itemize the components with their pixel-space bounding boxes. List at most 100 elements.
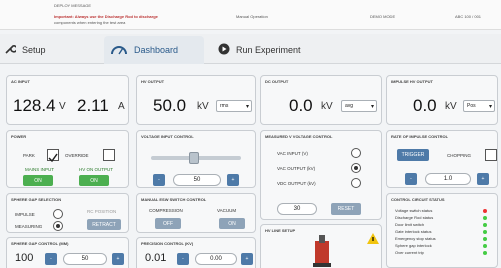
power-panel: Power PARK OVERRIDE MAINS INPUT ON HV ON… bbox=[6, 130, 129, 188]
override-checkbox[interactable] bbox=[103, 149, 115, 161]
status-row: Voltage switch status bbox=[395, 208, 491, 214]
precision-increase-button[interactable]: + bbox=[241, 253, 253, 265]
trigger-button[interactable]: TRIGGER bbox=[397, 149, 429, 161]
chopping-checkbox[interactable] bbox=[485, 149, 497, 161]
voltage-input-panel: Voltage Input Control - 50 + bbox=[136, 130, 256, 188]
measured-value-field[interactable]: 30 bbox=[277, 203, 317, 215]
tab-dashboard[interactable]: Dashboard bbox=[104, 36, 204, 64]
park-label: PARK bbox=[23, 153, 35, 158]
ac-voltage-unit: V bbox=[59, 101, 66, 112]
tab-run-experiment[interactable]: Run Experiment bbox=[218, 36, 338, 64]
precision-value: 0.01 bbox=[145, 252, 167, 264]
measured-value: 30 bbox=[293, 206, 301, 212]
retract-button[interactable]: RETRACT bbox=[87, 219, 121, 230]
sphere-gap-control-label: Sphere Gap Control (mm) bbox=[11, 241, 69, 246]
precision-panel: Precision Control (kV) 0.01 - 0.00 + bbox=[136, 237, 256, 268]
banner-id: ABC 100 / 001 bbox=[455, 14, 482, 19]
impulse-output-value: 0.0 bbox=[413, 96, 437, 115]
sphere-gap-panel: Sphere Gap Selection IMPULSE MEASURING R… bbox=[6, 193, 129, 233]
hv-output-unit: kV bbox=[197, 101, 209, 112]
park-checkbox[interactable] bbox=[47, 149, 59, 163]
voltage-input-field[interactable]: 50 bbox=[173, 174, 221, 186]
manual-esw-label: Manual ESW Switch Control bbox=[141, 197, 207, 202]
rate-label: Rate of Impulse Control bbox=[391, 134, 449, 139]
precision-decrease-button[interactable]: - bbox=[177, 253, 189, 265]
precision-set: 0.00 bbox=[210, 256, 222, 262]
rate-decrease-button[interactable]: - bbox=[405, 173, 417, 185]
status-indicator-icon bbox=[483, 230, 487, 234]
voltage-input-value: 50 bbox=[193, 177, 201, 183]
status-label: Emergency stop status bbox=[395, 236, 436, 241]
compression-label: COMPRESSION bbox=[149, 208, 183, 213]
voltage-decrease-button[interactable]: - bbox=[153, 174, 165, 186]
banner-title: DEPLOY MESSAGE bbox=[54, 3, 92, 8]
transformer-icon bbox=[313, 235, 331, 267]
impulse-mode-select[interactable]: Pos ▾ bbox=[463, 100, 495, 112]
sphere-gap-label: Sphere Gap Selection bbox=[11, 197, 62, 202]
rc-position-label: RC POSITION bbox=[87, 209, 117, 214]
measuring-radio[interactable] bbox=[53, 221, 63, 231]
status-row: Gate interlock status bbox=[395, 229, 491, 235]
impulse-output-panel: Impulse HV Output 0.0 kV Pos ▾ bbox=[386, 75, 498, 125]
hv-output-mode-select[interactable]: rms ▾ bbox=[216, 100, 252, 112]
dc-output-panel: DC Output 0.0 kV avg ▾ bbox=[260, 75, 382, 125]
rate-value: 1.0 bbox=[443, 176, 453, 182]
status-indicator-icon bbox=[483, 244, 487, 248]
mains-input-label: MAINS INPUT bbox=[25, 167, 55, 172]
status-row: Sphere gap interlock bbox=[395, 243, 491, 249]
esw-on-button[interactable]: ON bbox=[219, 218, 245, 229]
precision-set-field[interactable]: 0.00 bbox=[195, 253, 237, 265]
sphere-gap-set-field[interactable]: 50 bbox=[63, 253, 107, 265]
hv-on-output-toggle[interactable]: ON bbox=[79, 175, 109, 186]
esw-off-button[interactable]: OFF bbox=[155, 218, 181, 229]
sphere-gap-increase-button[interactable]: + bbox=[112, 253, 124, 265]
chevron-down-icon: ▾ bbox=[488, 104, 492, 110]
hv-on-output-label: HV ON OUTPUT bbox=[79, 167, 114, 172]
tab-setup[interactable]: Setup bbox=[4, 36, 94, 64]
voltage-input-label: Voltage Input Control bbox=[141, 134, 194, 139]
gauge-icon bbox=[110, 43, 128, 57]
measuring-label: MEASURING bbox=[15, 224, 43, 229]
sphere-gap-value: 100 bbox=[15, 252, 34, 264]
chopping-label: CHOPPING bbox=[447, 153, 472, 158]
status-label: Voltage switch status bbox=[395, 208, 433, 213]
top-banner: DEPLOY MESSAGE Important: Always use the… bbox=[0, 0, 501, 30]
impulse-output-label: Impulse HV Output bbox=[391, 79, 434, 84]
banner-warning: Important: Always use the Discharge Rod … bbox=[54, 14, 158, 19]
dc-output-mode-select[interactable]: avg ▾ bbox=[341, 100, 377, 112]
tab-bar: Setup Dashboard Run Experiment bbox=[0, 34, 501, 64]
ac-voltage-value: 128.4 bbox=[13, 96, 56, 115]
status-row: Door limit switch bbox=[395, 222, 491, 228]
status-label: Gate interlock status bbox=[395, 229, 432, 234]
rate-increase-button[interactable]: + bbox=[477, 173, 489, 185]
impulse-radio[interactable] bbox=[53, 209, 63, 219]
rate-field[interactable]: 1.0 bbox=[425, 173, 471, 185]
status-row: Emergency stop status bbox=[395, 236, 491, 242]
dc-output-mode: avg bbox=[345, 103, 354, 109]
sphere-gap-control-panel: Sphere Gap Control (mm) 100 - 50 + bbox=[6, 237, 129, 268]
chevron-down-icon: ▾ bbox=[370, 104, 374, 110]
banner-mode: Manual Operation bbox=[236, 14, 268, 19]
hv-setup-label: HV Line Setup bbox=[265, 228, 296, 233]
control-status-label: Control Circuit Status bbox=[391, 197, 445, 202]
vac-input-radio[interactable] bbox=[351, 148, 361, 158]
tab-dashboard-label: Dashboard bbox=[134, 45, 179, 55]
reset-button[interactable]: RESET bbox=[331, 203, 361, 215]
voltage-slider-thumb[interactable] bbox=[189, 152, 199, 164]
voltage-increase-button[interactable]: + bbox=[227, 174, 239, 186]
vac-output-radio[interactable] bbox=[351, 163, 361, 173]
sphere-gap-decrease-button[interactable]: - bbox=[45, 253, 57, 265]
vdc-output-radio[interactable] bbox=[351, 178, 361, 188]
chevron-down-icon: ▾ bbox=[245, 104, 249, 110]
tab-run-label: Run Experiment bbox=[236, 45, 301, 55]
vacuum-label: VACUUM bbox=[217, 208, 237, 213]
ac-input-label: AC Input bbox=[11, 79, 30, 84]
vac-input-label: VAC INPUT (V) bbox=[277, 151, 308, 156]
status-label: Door limit switch bbox=[395, 222, 425, 227]
vdc-output-label: VDC OUTPUT (kV) bbox=[277, 181, 316, 186]
mains-input-toggle[interactable]: ON bbox=[23, 175, 53, 186]
warning-icon bbox=[367, 233, 379, 244]
status-label: Sphere gap interlock bbox=[395, 243, 432, 248]
dc-output-unit: kV bbox=[321, 101, 333, 112]
dc-output-label: DC Output bbox=[265, 79, 289, 84]
